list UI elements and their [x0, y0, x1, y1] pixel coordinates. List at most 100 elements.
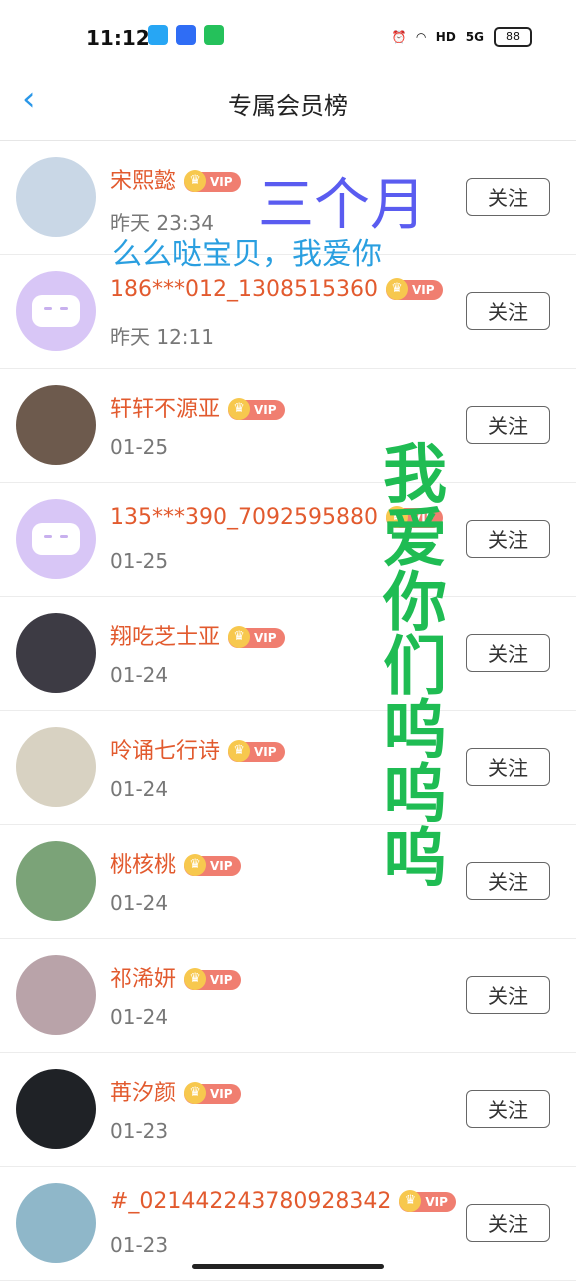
- vip-label: VIP: [210, 859, 233, 873]
- member-name: 翔吃芝士亚 ♛ VIP: [110, 619, 285, 651]
- list-item[interactable]: 轩轩不源亚 ♛ VIP 01-25 关注: [0, 369, 576, 483]
- list-item[interactable]: 186***012_1308515360 ♛ VIP 昨天 12:11 关注: [0, 255, 576, 369]
- avatar[interactable]: [16, 157, 96, 237]
- follow-button[interactable]: 关注: [466, 634, 550, 672]
- vip-badge: ♛ VIP: [184, 170, 241, 192]
- message-icon: [204, 25, 224, 45]
- crown-icon: ♛: [228, 626, 251, 648]
- member-name: 呤诵七行诗 ♛ VIP: [110, 733, 285, 765]
- member-name: 135***390_7092595880 ♛ VIP: [110, 505, 443, 530]
- member-date: 01-23: [110, 1119, 169, 1143]
- list-item[interactable]: 呤诵七行诗 ♛ VIP 01-24 关注: [0, 711, 576, 825]
- avatar[interactable]: [16, 841, 96, 921]
- vip-label: VIP: [210, 1087, 233, 1101]
- member-date: 01-24: [110, 1005, 169, 1029]
- crown-icon: ♛: [228, 398, 251, 420]
- member-name-text: #_021442243780928342: [110, 1189, 392, 1214]
- member-date: 01-24: [110, 891, 169, 915]
- follow-button[interactable]: 关注: [466, 292, 550, 330]
- signal-label: 5G: [465, 30, 484, 44]
- vip-label: VIP: [411, 283, 435, 297]
- list-item[interactable]: 祁浠妍 ♛ VIP 01-24 关注: [0, 939, 576, 1053]
- vip-label: VIP: [425, 1195, 448, 1209]
- home-indicator[interactable]: [192, 1264, 384, 1269]
- member-list: 宋熙懿 ♛ VIP 昨天 23:34 关注 186***012_1308515360 ♛ VI…: [0, 141, 576, 1281]
- vip-badge: ♛ VIP: [385, 278, 443, 300]
- member-name: 桃核桃 ♛ VIP: [110, 847, 241, 879]
- vip-label: VIP: [254, 631, 277, 645]
- avatar[interactable]: [16, 1069, 96, 1149]
- crown-icon: ♛: [184, 968, 207, 990]
- follow-button[interactable]: 关注: [466, 748, 550, 786]
- avatar[interactable]: [16, 499, 96, 579]
- avatar[interactable]: [16, 385, 96, 465]
- member-name: #_021442243780928342 ♛ VIP: [110, 1189, 456, 1214]
- follow-button[interactable]: 关注: [466, 406, 550, 444]
- member-name: 186***012_1308515360 ♛ VIP: [110, 277, 443, 302]
- avatar[interactable]: [16, 271, 96, 351]
- vip-label: VIP: [254, 745, 277, 759]
- member-name-text: 呤诵七行诗: [110, 739, 221, 764]
- member-date: 昨天 23:34: [110, 211, 214, 235]
- member-date: 01-24: [110, 663, 169, 687]
- vip-badge: ♛ VIP: [385, 506, 443, 528]
- wifi-icon: ◠: [416, 30, 426, 44]
- crown-icon: ♛: [385, 278, 408, 300]
- vip-badge: ♛ VIP: [184, 1082, 241, 1104]
- alarm-icon: ⏰: [391, 30, 407, 44]
- chat-bubble-icon: [32, 295, 80, 327]
- member-name-text: 苒汐颜: [110, 1081, 177, 1106]
- vip-badge: ♛ VIP: [184, 968, 241, 990]
- vip-label: VIP: [254, 403, 277, 417]
- member-name-text: 桃核桃: [110, 853, 177, 878]
- page-title: 专属会员榜: [228, 92, 348, 120]
- crown-icon: ♛: [184, 854, 207, 876]
- list-item[interactable]: 翔吃芝士亚 ♛ VIP 01-24 关注: [0, 597, 576, 711]
- crown-icon: ♛: [385, 506, 408, 528]
- battery-icon: 88: [494, 27, 532, 47]
- list-item[interactable]: 桃核桃 ♛ VIP 01-24 关注: [0, 825, 576, 939]
- vip-label: VIP: [210, 973, 233, 987]
- vip-badge: ♛ VIP: [184, 854, 241, 876]
- member-name-text: 祁浠妍: [110, 967, 177, 992]
- hd-label: HD: [435, 30, 456, 44]
- navigation-bar: ‹ 专属会员榜: [0, 60, 576, 141]
- member-name: 苒汐颜 ♛ VIP: [110, 1075, 241, 1107]
- list-item[interactable]: 135***390_7092595880 ♛ VIP 01-25 关注: [0, 483, 576, 597]
- list-item[interactable]: 苒汐颜 ♛ VIP 01-23 关注: [0, 1053, 576, 1167]
- notification-icons: [148, 25, 224, 45]
- member-date: 01-25: [110, 549, 169, 573]
- vip-label: VIP: [210, 175, 233, 189]
- avatar[interactable]: [16, 1183, 96, 1263]
- vip-label: VIP: [411, 511, 435, 525]
- follow-button[interactable]: 关注: [466, 862, 550, 900]
- avatar[interactable]: [16, 955, 96, 1035]
- crown-icon: ♛: [228, 740, 251, 762]
- system-icons: ⏰ ◠ HD 5G 88: [392, 27, 532, 47]
- member-name: 轩轩不源亚 ♛ VIP: [110, 391, 285, 423]
- vip-badge: ♛ VIP: [228, 740, 285, 762]
- crown-icon: ♛: [184, 170, 207, 192]
- member-name-text: 186***012_1308515360: [110, 277, 378, 302]
- follow-button[interactable]: 关注: [466, 178, 550, 216]
- follow-button[interactable]: 关注: [466, 1090, 550, 1128]
- member-name-text: 轩轩不源亚: [110, 397, 221, 422]
- avatar[interactable]: [16, 613, 96, 693]
- crown-icon: ♛: [184, 1082, 207, 1104]
- crown-icon: ♛: [399, 1190, 422, 1212]
- follow-button[interactable]: 关注: [466, 1204, 550, 1242]
- follow-button[interactable]: 关注: [466, 976, 550, 1014]
- avatar[interactable]: [16, 727, 96, 807]
- member-name-text: 宋熙懿: [110, 169, 177, 194]
- member-date: 01-24: [110, 777, 169, 801]
- status-bar: 11:12 ⏰ ◠ HD 5G 88: [0, 0, 576, 60]
- member-date: 01-25: [110, 435, 169, 459]
- vip-badge: ♛ VIP: [399, 1190, 456, 1212]
- follow-button[interactable]: 关注: [466, 520, 550, 558]
- member-date: 昨天 12:11: [110, 325, 214, 349]
- list-item[interactable]: 宋熙懿 ♛ VIP 昨天 23:34 关注: [0, 141, 576, 255]
- vip-badge: ♛ VIP: [228, 398, 285, 420]
- member-name: 宋熙懿 ♛ VIP: [110, 163, 241, 195]
- status-time: 11:12: [86, 26, 150, 50]
- member-date: 01-23: [110, 1233, 169, 1257]
